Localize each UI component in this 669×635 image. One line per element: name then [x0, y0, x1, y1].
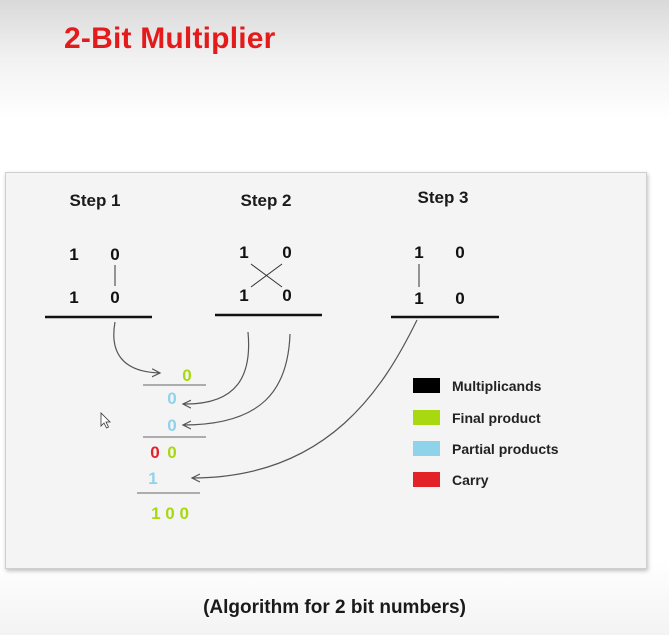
mouse-cursor-icon	[100, 412, 111, 429]
step-1-top-bit-1: 1	[69, 245, 78, 264]
row-4-carry-bit: 0	[150, 443, 159, 462]
step-1-bottom-bit-1: 1	[69, 288, 78, 307]
figure-caption: (Algorithm for 2 bit numbers)	[203, 597, 466, 618]
legend-label-partial-products: Partial products	[452, 441, 559, 457]
row-1-final-bit: 0	[182, 366, 191, 385]
arrow-step3-to-row5	[192, 319, 418, 478]
legend-swatch-partial-products	[413, 441, 440, 456]
row-3-partial-bit: 0	[167, 416, 176, 435]
arrow-step1-to-row1	[113, 321, 160, 373]
row-5-partial-bit: 1	[148, 469, 157, 488]
legend-label-carry: Carry	[452, 472, 489, 488]
step-2-top-bit-1: 1	[239, 243, 248, 262]
step-3-bottom-bit-0: 0	[455, 289, 464, 308]
step-1-bottom-bit-0: 0	[110, 288, 119, 307]
legend-label-multiplicands: Multiplicands	[452, 378, 542, 394]
arrow-step2a-to-row2	[183, 331, 250, 404]
legend-swatch-carry	[413, 472, 440, 487]
multiplier-diagram: Step 1 1 0 1 0 Step 2 1 0 1 0 Step 3 1 0…	[45, 188, 559, 523]
step-1-top-bit-0: 0	[110, 245, 119, 264]
step-3-bottom-bit-1: 1	[414, 289, 423, 308]
row-2-partial-bit: 0	[167, 389, 176, 408]
step-2-top-bit-0: 0	[282, 243, 291, 262]
step-2-bottom-bit-1: 1	[239, 286, 248, 305]
step-3-top-bit-1: 1	[414, 243, 423, 262]
legend-label-final-product: Final product	[452, 410, 541, 426]
legend-swatch-multiplicands	[413, 378, 440, 393]
step-2-bottom-bit-0: 0	[282, 286, 291, 305]
legend-swatch-final-product	[413, 410, 440, 425]
step-1-label: Step 1	[69, 191, 120, 210]
step-2-label: Step 2	[240, 191, 291, 210]
result-product: 1 0 0	[151, 504, 189, 523]
step-3-top-bit-0: 0	[455, 243, 464, 262]
row-4-final-bit: 0	[167, 443, 176, 462]
step-3-label: Step 3	[417, 188, 468, 207]
arrow-step2b-to-row3	[183, 333, 291, 425]
